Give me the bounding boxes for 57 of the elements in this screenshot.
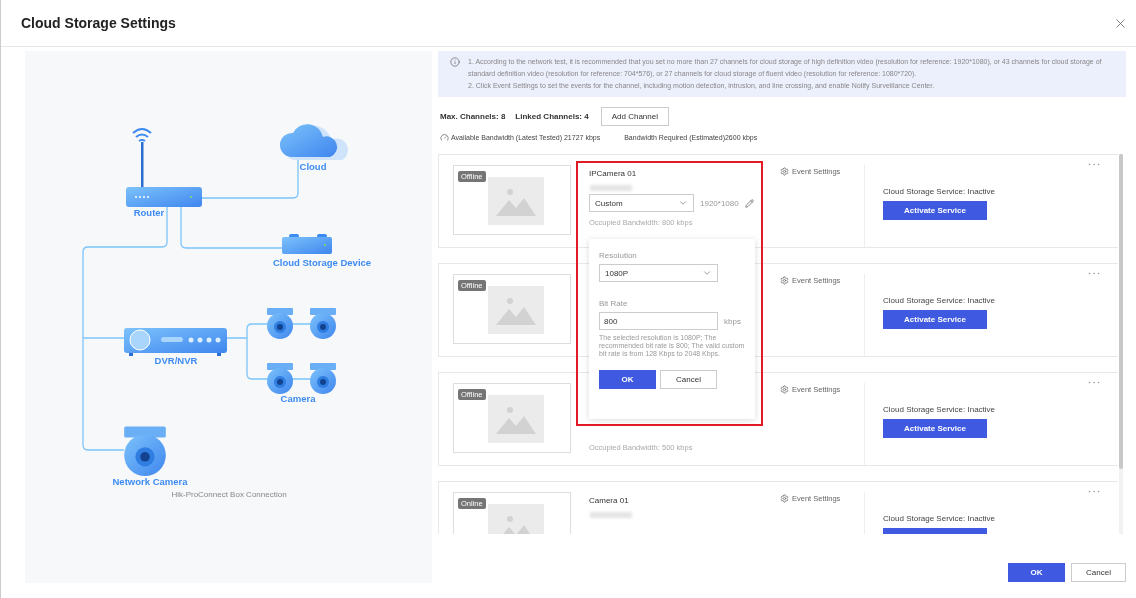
device-label: Router (133, 206, 165, 218)
device-label: Cloud Storage Device (272, 256, 372, 268)
image-placeholder-icon (496, 186, 536, 216)
camera-drawing (310, 308, 336, 339)
service-status: Cloud Storage Service: Inactive (883, 187, 996, 196)
chevron-down-icon (702, 268, 712, 278)
activate-service-button[interactable]: Activate Service (883, 201, 987, 220)
camera-drawing (267, 363, 293, 394)
ok-button[interactable]: OK (1008, 563, 1065, 582)
more-icon[interactable] (1088, 490, 1100, 493)
info-icon (450, 57, 460, 67)
cancel-button[interactable]: Cancel (1071, 563, 1126, 582)
gauge-icon (440, 133, 449, 142)
image-placeholder-icon (496, 295, 536, 325)
scrollbar[interactable] (1119, 154, 1123, 534)
device-label: Camera (280, 392, 316, 404)
stream-select[interactable]: Custom (589, 194, 694, 212)
field-label: Resolution (599, 251, 638, 260)
more-icon[interactable] (1088, 272, 1100, 275)
cloud-drawing (279, 124, 348, 160)
field-label: Bit Rate (599, 299, 629, 308)
storage-device-drawing (282, 234, 332, 254)
max-channels: Max. Channels: 8 (440, 112, 506, 121)
edit-icon[interactable] (744, 198, 754, 208)
service-status: Cloud Storage Service: Inactive (883, 405, 996, 414)
activate-service-button[interactable]: Activate Service (883, 419, 987, 438)
unit-text: kbps (724, 316, 741, 326)
blurred-serial (590, 512, 632, 518)
channel-name: IPCamera 01 (589, 169, 638, 180)
camera-drawing (267, 308, 293, 339)
gear-icon (780, 276, 789, 285)
gear-icon (780, 494, 789, 503)
resolution-text: 1920*1080 (700, 198, 739, 208)
add-channel-button[interactable]: Add Channel (600, 107, 669, 126)
channel-name: Camera 01 (589, 496, 630, 507)
device-label: DVR/NVR (154, 354, 198, 366)
image-placeholder-icon (496, 404, 536, 434)
camera-drawing (310, 363, 336, 394)
ok-button[interactable]: OK (599, 370, 656, 389)
device-label: Cloud (299, 160, 327, 172)
more-icon[interactable] (1088, 163, 1100, 166)
service-status: Cloud Storage Service: Inactive (883, 296, 996, 305)
dialog-title: Cloud Storage Settings (21, 15, 176, 31)
network-camera-drawing (124, 426, 166, 476)
activate-service-button[interactable]: Activate Service (883, 310, 987, 329)
resolution-select[interactable]: 1080P (599, 264, 718, 282)
gear-icon (780, 385, 789, 394)
service-status: Cloud Storage Service: Inactive (883, 514, 996, 523)
gear-icon (780, 167, 789, 176)
diagram-caption: Hik-ProConnect Box Connection (171, 489, 287, 499)
more-icon[interactable] (1088, 381, 1100, 384)
linked-channels: Linked Channels: 4 (515, 112, 589, 121)
blurred-serial (590, 185, 632, 191)
bitrate-input[interactable]: 800 (599, 312, 718, 330)
device-label: Network Camera (112, 475, 188, 487)
chevron-down-icon (678, 198, 688, 208)
cancel-button[interactable]: Cancel (660, 370, 717, 389)
